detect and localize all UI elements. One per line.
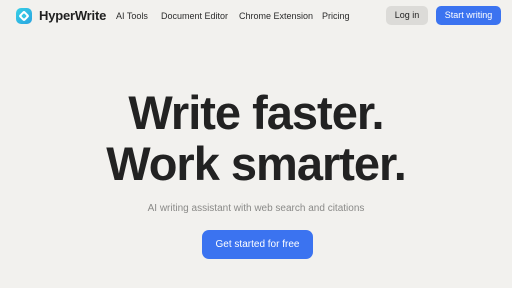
top-navigation: HyperWrite AI Tools Document Editor Chro… (0, 0, 512, 32)
brand-name[interactable]: HyperWrite (39, 8, 106, 24)
start-writing-button[interactable]: Start writing (436, 6, 501, 25)
hyperwrite-logo-icon[interactable] (15, 7, 33, 25)
hero-subtitle: AI writing assistant with web search and… (147, 203, 365, 214)
nav-link-document-editor[interactable]: Document Editor (161, 10, 228, 22)
hero-title-line-1: Write faster. (128, 86, 384, 139)
login-button[interactable]: Log in (386, 6, 428, 25)
get-started-button[interactable]: Get started for free (202, 230, 313, 259)
nav-link-pricing[interactable]: Pricing (322, 10, 350, 22)
landing-page: HyperWrite AI Tools Document Editor Chro… (0, 0, 512, 288)
nav-link-ai-tools[interactable]: AI Tools (116, 10, 148, 22)
nav-link-chrome-extension[interactable]: Chrome Extension (239, 10, 313, 22)
hero-title-line-2: Work smarter. (106, 137, 407, 190)
